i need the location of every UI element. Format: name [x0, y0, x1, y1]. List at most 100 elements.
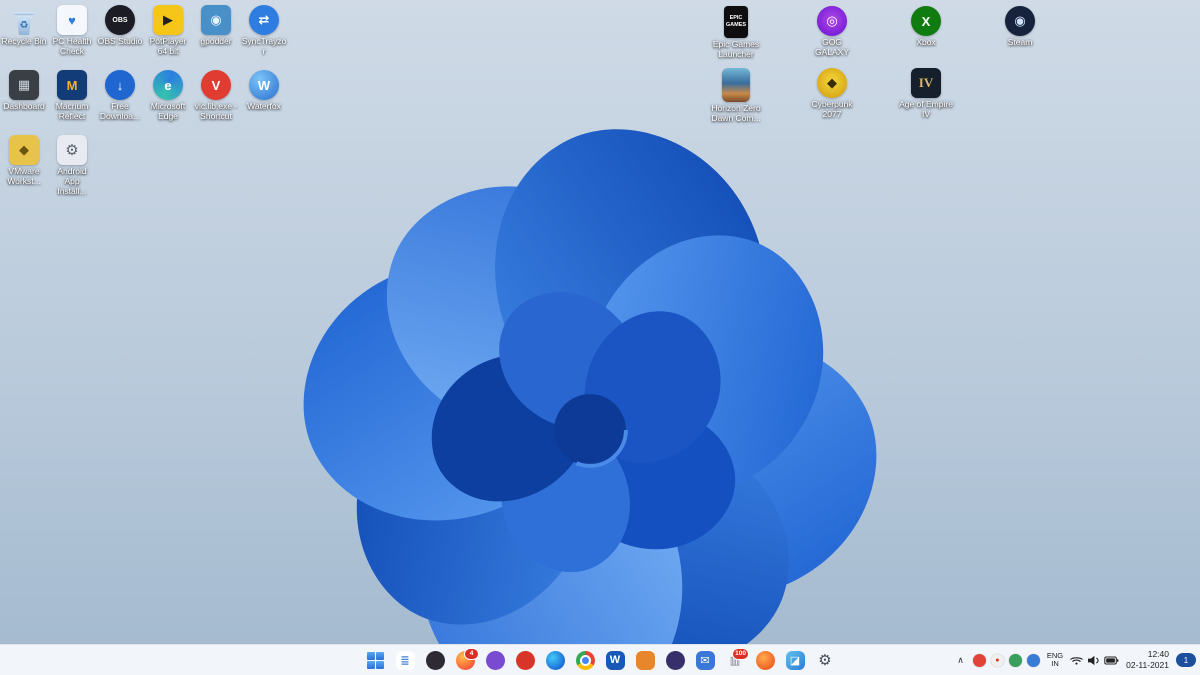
desktop-icon-vmware-workstation[interactable]: ◆ VMware Workst... [1, 135, 47, 187]
vlc-shortcut-label: vlc.lib.exe - Shortcut [194, 101, 238, 121]
potplayer-icon: ▶ [153, 5, 183, 35]
obs-studio-icon: OBS [105, 5, 135, 35]
taskbar-start-button[interactable] [363, 648, 387, 672]
vlc-shortcut-icon: V [201, 70, 231, 100]
orange-square-app-icon [635, 650, 655, 670]
macrium-reflect-label: Macrium Reflect [55, 101, 89, 121]
taskbar-system-monitor-app[interactable]: ▥ 100 [723, 648, 749, 672]
free-download-manager-icon: ↓ [105, 70, 135, 100]
taskbar-word[interactable]: W [603, 648, 627, 672]
gpodder-icon: ◉ [201, 5, 231, 35]
desktop-icon-free-download-manager[interactable]: ↓ Free Downloa... [97, 70, 143, 122]
desktop-icon-microsoft-edge[interactable]: e Microsoft Edge [145, 70, 191, 122]
macrium-reflect-icon: M [57, 70, 87, 100]
taskbar-blue-circle-app[interactable] [543, 648, 567, 672]
desktop-icon-obs-studio[interactable]: OBS OBS Studio [97, 5, 143, 47]
taskbar-purple-circle-app[interactable] [483, 648, 507, 672]
taskbar-widgets-app[interactable]: ≣ [393, 648, 417, 672]
vmware-workstation-label: VMware Workst... [7, 166, 41, 186]
widgets-app-icon: ≣ [395, 650, 415, 670]
system-tray: ∧ ● ENG IN 12:40 02-11-2021 1 [955, 645, 1196, 675]
word-icon: W [605, 650, 625, 670]
epic-games-launcher-icon: EPIC GAMES [724, 6, 748, 38]
gog-galaxy-label: GOG GALAXY [814, 37, 850, 57]
volume-icon [1087, 655, 1100, 666]
notification-count-badge[interactable]: 1 [1176, 653, 1196, 667]
desktop-icon-cyberpunk-2077[interactable]: ◆ Cyberpunk 2077 [805, 68, 859, 120]
mail-icon: ✉ [695, 650, 715, 670]
desktop-icon-vlc-shortcut[interactable]: Vvlc.lib.exe - Shortcut [193, 70, 239, 122]
obs-studio-label: OBS Studio [97, 36, 143, 46]
battery-icon [1104, 655, 1119, 666]
desktop-icon-age-of-empires-iv[interactable]: IV Age of Empire IV [899, 68, 953, 120]
taskbar: ≣ 4 W ✉ ▥ 100 ◪ ⚙ ∧ ● ENG IN 12:40 02-11… [0, 644, 1200, 675]
tray-app-1-icon[interactable] [972, 653, 986, 667]
wifi-icon [1070, 655, 1083, 666]
tray-app-3-icon[interactable] [1008, 653, 1022, 667]
clock-date: 02-11-2021 [1126, 660, 1169, 670]
xbox-label: Xbox [916, 37, 936, 47]
taskbar-center-icons: ≣ 4 W ✉ ▥ 100 ◪ ⚙ [363, 645, 837, 675]
desktop-icon-android-app-installer[interactable]: ⚙ Android App Install... [49, 135, 95, 196]
waterfox-icon: W [249, 70, 279, 100]
windows-logo-icon [366, 651, 384, 669]
taskbar-firefox[interactable]: 4 [453, 648, 479, 672]
taskbar-mail[interactable]: ✉ [693, 648, 717, 672]
synctrayzor-icon: ⇄ [249, 5, 279, 35]
firefox-badge: 4 [464, 648, 479, 660]
xbox-icon: X [911, 6, 941, 36]
chrome-icon [575, 650, 595, 670]
cyberpunk-2077-label: Cyberpunk 2077 [811, 99, 853, 119]
desktop-icon-epic-games-launcher[interactable]: EPIC GAMES Epic Games Launcher [709, 6, 763, 60]
recycle-bin-label: Recycle Bin [1, 36, 47, 46]
desktop-icon-recycle-bin[interactable]: ♻ Recycle Bin [1, 5, 47, 47]
taskbar-settings[interactable]: ⚙ [813, 648, 837, 672]
desktop-icon-xbox[interactable]: X Xbox [899, 6, 953, 48]
desktop-icon-synctrayzor[interactable]: ⇄ SyncTrayzor [241, 5, 287, 57]
desktop[interactable]: ♻ Recycle Bin ♥ PC Health Check OBS OBS Studi… [0, 0, 1200, 675]
taskbar-chrome[interactable] [573, 648, 597, 672]
tray-app-2-icon[interactable]: ● [990, 653, 1004, 667]
tray-app-4-icon[interactable] [1026, 653, 1040, 667]
language-indicator[interactable]: ENG IN [1047, 651, 1063, 669]
taskbar-github-desktop[interactable] [663, 648, 687, 672]
quick-settings[interactable] [1070, 655, 1119, 666]
desktop-icon-gpodder[interactable]: ◉ gpodder [193, 5, 239, 47]
red-circle-app-icon [515, 650, 535, 670]
desktop-icon-potplayer[interactable]: ▶ PotPlayer 64 bit [145, 5, 191, 57]
taskbar-orange-circle-app[interactable] [753, 648, 777, 672]
horizon-zero-dawn-icon [722, 68, 750, 102]
desktop-icon-macrium-reflect[interactable]: M Macrium Reflect [49, 70, 95, 122]
tray-app-icons: ● [972, 653, 1040, 667]
clock-time: 12:40 [1147, 649, 1169, 660]
taskbar-red-circle-app[interactable] [513, 648, 537, 672]
photos-icon: ◪ [785, 650, 805, 670]
tray-overflow-chevron-icon[interactable]: ∧ [955, 655, 966, 666]
microsoft-edge-label: Microsoft Edge [150, 101, 186, 121]
age-of-empires-iv-label: Age of Empire IV [899, 99, 953, 119]
android-app-installer-icon: ⚙ [57, 135, 87, 165]
taskbar-orange-square-app[interactable] [633, 648, 657, 672]
age-of-empires-iv-icon: IV [911, 68, 941, 98]
dashboard-label: Dashboard [3, 101, 45, 111]
taskbar-dark-circle-app[interactable] [423, 648, 447, 672]
desktop-icon-horizon-zero-dawn[interactable]: Horizon Zero Dawn Com... [709, 68, 763, 124]
desktop-icon-gog-galaxy[interactable]: ◎ GOG GALAXY [805, 6, 859, 58]
clock[interactable]: 12:40 02-11-2021 [1126, 649, 1169, 670]
dashboard-icon: ▦ [9, 70, 39, 100]
synctrayzor-label: SyncTrayzor [241, 36, 287, 56]
gpodder-label: gpodder [200, 36, 232, 46]
pc-health-check-label: PC Health Check [52, 36, 92, 56]
taskbar-photos[interactable]: ◪ [783, 648, 807, 672]
desktop-icon-waterfox[interactable]: W Waterfox [241, 70, 287, 112]
desktop-icon-dashboard[interactable]: ▦ Dashboard [1, 70, 47, 112]
desktop-icon-steam[interactable]: ◉ Steam [993, 6, 1047, 48]
horizon-zero-dawn-label: Horizon Zero Dawn Com... [711, 103, 761, 123]
purple-circle-app-icon [485, 650, 505, 670]
desktop-icon-pc-health-check[interactable]: ♥ PC Health Check [49, 5, 95, 57]
settings-icon: ⚙ [818, 652, 832, 669]
vmware-workstation-icon: ◆ [9, 135, 39, 165]
free-download-manager-label: Free Downloa... [99, 101, 141, 121]
waterfox-label: Waterfox [247, 101, 281, 111]
gog-galaxy-icon: ◎ [817, 6, 847, 36]
